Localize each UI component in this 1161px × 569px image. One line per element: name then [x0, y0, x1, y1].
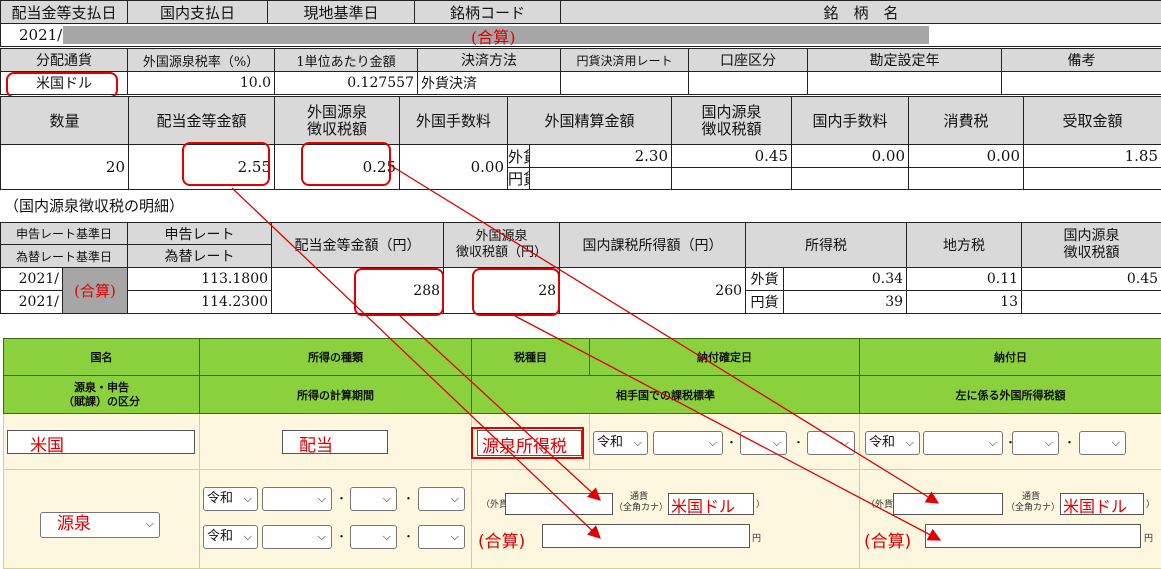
arrow-dividend — [232, 188, 600, 538]
arrow-foreign-tax — [390, 165, 938, 503]
arrow-foreign-tax-yen — [515, 316, 940, 540]
annotation-arrows — [0, 0, 1161, 568]
arrow-dividend-yen — [400, 316, 600, 500]
